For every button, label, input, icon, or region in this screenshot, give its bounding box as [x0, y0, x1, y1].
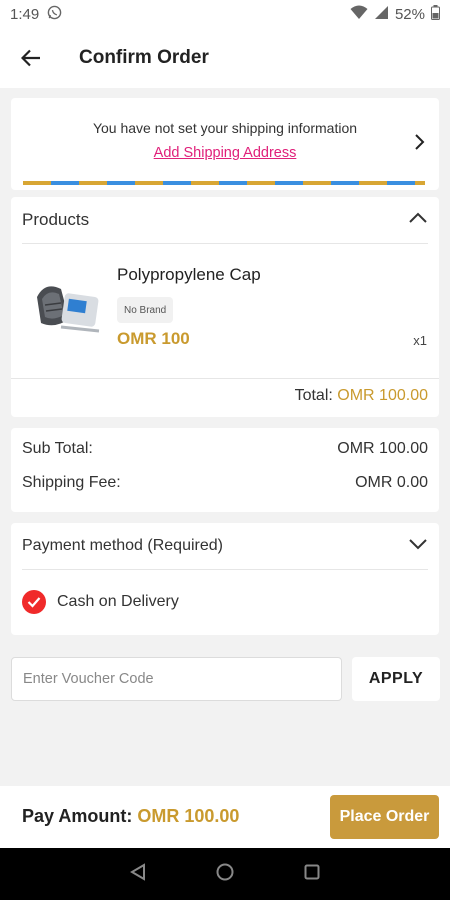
subtotal-row: Sub Total: OMR 100.00	[22, 440, 428, 458]
subtotal-label: Sub Total:	[22, 440, 93, 457]
arrow-left-icon	[21, 49, 40, 67]
subtotal-value: OMR 100.00	[337, 440, 428, 457]
apply-voucher-button[interactable]: APPLY	[352, 657, 440, 701]
wifi-icon	[350, 5, 368, 24]
back-button[interactable]	[0, 28, 62, 88]
product-price: OMR 100	[117, 329, 190, 348]
products-card: Products Polypropylene Cap No Brand OMR …	[11, 197, 439, 417]
add-shipping-address-link[interactable]: Add Shipping Address	[11, 145, 439, 161]
page-title: Confirm Order	[79, 47, 209, 68]
chevron-right-icon[interactable]	[411, 132, 427, 152]
product-name[interactable]: Polypropylene Cap	[117, 265, 261, 285]
battery-icon	[431, 4, 440, 24]
checkmark-icon[interactable]	[22, 590, 46, 614]
payment-method-header[interactable]: Payment method (Required)	[22, 523, 428, 570]
pay-amount-value: OMR 100.00	[137, 806, 240, 826]
total-label: Total:	[294, 387, 333, 404]
payment-method-card: Payment method (Required) Cash on Delive…	[11, 523, 439, 635]
payment-option-label: Cash on Delivery	[57, 593, 179, 610]
chevron-up-icon[interactable]	[408, 210, 428, 230]
shipping-notice: You have not set your shipping informati…	[92, 120, 358, 136]
brand-badge: No Brand	[117, 297, 174, 323]
whatsapp-icon	[47, 5, 62, 24]
place-order-button[interactable]: Place Order	[330, 795, 439, 839]
payment-method-title: Payment method (Required)	[22, 537, 223, 554]
shipping-fee-value: OMR 0.00	[355, 474, 428, 491]
order-summary-card: Sub Total: OMR 100.00 Shipping Fee: OMR …	[11, 428, 439, 512]
voucher-code-input[interactable]	[11, 657, 342, 701]
products-header[interactable]: Products	[22, 197, 428, 244]
total-value: OMR 100.00	[337, 387, 428, 404]
products-title: Products	[22, 210, 90, 229]
nav-back-icon[interactable]	[130, 862, 146, 886]
nav-recents-icon[interactable]	[304, 864, 320, 885]
checkout-bar: Pay Amount: OMR 100.00 Place Order	[0, 786, 450, 848]
chevron-down-icon[interactable]	[408, 537, 428, 556]
product-quantity: x1	[413, 333, 427, 348]
battery-level: 52%	[394, 5, 425, 23]
shipping-address-card[interactable]: You have not set your shipping informati…	[11, 98, 439, 190]
divider	[11, 378, 439, 379]
signal-icon	[374, 5, 389, 24]
shipping-fee-row: Shipping Fee: OMR 0.00	[22, 474, 428, 492]
pay-amount: Pay Amount: OMR 100.00	[22, 806, 239, 827]
payment-option-cod[interactable]: Cash on Delivery	[22, 590, 179, 614]
app-bar: Confirm Order	[0, 28, 450, 88]
products-total: Total: OMR 100.00	[295, 387, 428, 405]
nav-home-icon[interactable]	[216, 863, 234, 886]
status-time: 1:49	[10, 5, 40, 23]
address-stripe-divider	[23, 181, 425, 185]
system-nav-bar	[0, 848, 450, 900]
status-bar: 1:49 52%	[0, 0, 450, 28]
product-thumbnail[interactable]	[31, 275, 101, 335]
shipping-fee-label: Shipping Fee:	[22, 474, 121, 491]
pay-amount-label: Pay Amount:	[22, 806, 133, 826]
